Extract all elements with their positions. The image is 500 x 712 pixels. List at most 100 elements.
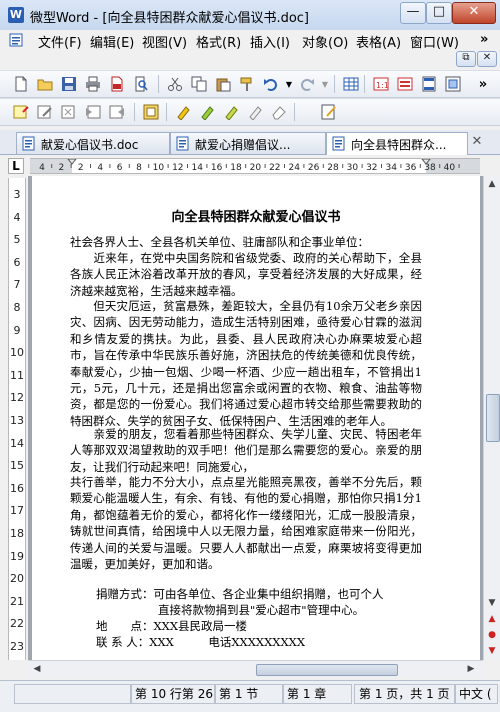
doc-restore-button[interactable]: ⧉ [456,51,476,67]
menu-overflow-button[interactable]: » [480,32,488,47]
save-icon[interactable] [60,75,78,93]
ruler-label: 14 [191,163,203,173]
browse-object-icon[interactable]: ● [485,628,499,642]
document-page[interactable]: 向全县特困群众献爱心倡议书 社会各界人士、全县各机关单位、驻庸部队和企事业单位：… [32,176,480,660]
donation-line-2: 直接将款物捐到县"爱心超市"管理中心。 [158,603,365,617]
menu-view[interactable]: 视图(V) [142,32,187,51]
document-menu-icon[interactable] [8,33,28,47]
next-page-icon[interactable]: ▼ [485,644,499,658]
delete-note-icon[interactable] [60,103,78,121]
status-pages: 第 1 页，共 1 页 [354,684,456,704]
ruler-label: 8 [136,163,142,173]
prev-note-icon[interactable] [84,103,102,121]
tab-label: 献爱心倡议书.doc [41,138,139,152]
close-button[interactable]: ✕ [452,2,496,24]
vruler-label: 5 [13,233,21,247]
word-doc-icon [176,136,189,151]
horizontal-scrollbar[interactable]: ◀ ▶ [28,660,483,678]
toolbar-separator [334,75,335,93]
vruler-label: 20 [10,572,24,586]
new-note-icon[interactable] [12,103,30,121]
scroll-left-icon[interactable]: ◀ [30,662,44,676]
redo-dropdown-icon[interactable]: ▼ [320,75,330,93]
title-bar[interactable]: W 微型Word - [向全县特困群众献爱心倡议书.doc] — □ ✕ [0,0,500,31]
table-icon[interactable] [342,75,360,93]
donation-line-1: 可由各单位、各企业集中组织捐赠，也可个人 [153,587,384,601]
scroll-thumb[interactable] [486,394,500,442]
mdi-controls: ⧉ ✕ [0,50,500,68]
print-icon[interactable] [84,75,102,93]
page-setup-icon[interactable]: 1:1 [372,75,390,93]
menu-edit[interactable]: 编辑(E) [90,32,134,51]
highlight-green-icon[interactable] [198,103,216,121]
zoom-icon[interactable] [444,75,462,93]
document-tabs: 献爱心倡议书.doc 献爱心捐赠倡议... 向全县特困群众... ✕ [0,130,500,155]
undo-dropdown-icon[interactable]: ▼ [284,75,294,93]
ruler-label: 24 [288,163,300,173]
tab-document-1[interactable]: 献爱心倡议书.doc [16,132,170,154]
toolbar-overflow-icon[interactable]: » [474,75,492,93]
hscroll-thumb[interactable] [256,664,398,676]
menu-table[interactable]: 表格(A) [356,32,401,51]
ruler-label: 26 [308,163,320,173]
scroll-down-icon[interactable]: ▼ [485,596,499,610]
minimize-button[interactable]: — [400,2,426,24]
clear-highlight-icon[interactable] [246,103,264,121]
menu-file[interactable]: 文件(F) [38,32,82,51]
next-note-icon[interactable] [108,103,126,121]
donation-method: 捐赠方式：可由各单位、各企业集中组织捐赠，也可个人 [96,586,426,602]
document-title: 向全县特困群众献爱心倡议书 [171,210,341,225]
horizontal-ruler[interactable]: 4 2 2 4 6 8 10 12 14 16 18 20 22 24 26 28 30 32 34 36 38 40 [30,158,480,174]
menu-object[interactable]: 对象(O) [302,32,348,51]
menu-format[interactable]: 格式(R) [196,32,241,51]
page-number-icon[interactable] [396,75,414,93]
vertical-scrollbar[interactable]: ▲ ▼ ▲ ● ▼ [483,176,500,660]
redo-icon[interactable] [298,75,316,93]
undo-icon[interactable] [262,75,280,93]
toolbar-separator [166,103,167,121]
ruler-label: 6 [117,163,123,173]
ruler-label: 16 [211,163,223,173]
header-footer-icon[interactable] [420,75,438,93]
erase-icon[interactable] [270,103,288,121]
review-toolbar [0,98,500,126]
document-area: 向全县特困群众献爱心倡议书 社会各界人士、全县各机关单位、驻庸部队和企事业单位：… [28,176,483,660]
maximize-button[interactable]: □ [426,2,452,24]
highlight-yellow-icon[interactable] [174,103,192,121]
track-changes-icon[interactable] [320,103,338,121]
ruler-label: 4 [97,163,103,173]
paste-icon[interactable] [214,75,232,93]
open-icon[interactable] [36,75,54,93]
menu-insert[interactable]: 插入(I) [250,32,290,51]
close-tab-icon[interactable]: ✕ [470,135,484,149]
document-map-icon[interactable] [142,103,160,121]
prev-page-icon[interactable]: ▲ [485,612,499,626]
paragraph-4: 共行善举，能力不分大小，点点星光能照亮黑夜，善举不分先后，颗颗爱心能温暖人生，有… [70,475,422,572]
copy-icon[interactable] [190,75,208,93]
print-preview-icon[interactable] [132,75,150,93]
word-app-icon[interactable]: W [8,7,24,23]
tab-stop-selector[interactable]: L [8,158,24,174]
paragraph-2: 但天灾厄运，贫富悬殊，差距较大，全县仍有10余万父老乡亲因灾、因病、因无劳动能力… [70,299,422,428]
highlight-blue-icon[interactable] [222,103,240,121]
vruler-label: 7 [13,278,21,292]
new-doc-icon[interactable] [12,75,30,93]
paragraph-1: 近来年，在党中央国务院和省级党委、政府的关心帮助下，全县各族人民正沐浴着改革开放… [70,251,422,298]
scroll-up-icon[interactable]: ▲ [485,177,499,191]
cut-icon[interactable] [166,75,184,93]
menu-window[interactable]: 窗口(W) [410,32,459,51]
vertical-ruler[interactable]: 3 4 5 6 7 8 9 10 11 12 13 14 15 16 17 18 19 20 21 22 23 [8,178,26,660]
format-painter-icon[interactable] [238,75,256,93]
status-language: 中文 ( [454,684,498,704]
vruler-label: 6 [13,255,21,269]
tab-document-3[interactable]: 向全县特困群众... [326,132,468,155]
tab-document-2[interactable]: 献爱心捐赠倡议... [170,132,326,154]
word-doc-icon [22,136,35,151]
doc-close-button[interactable]: ✕ [477,51,497,67]
ruler-label: 32 [366,163,377,173]
scroll-right-icon[interactable]: ▶ [464,662,478,676]
pdf-icon[interactable] [108,75,126,93]
ruler-label: 2 [59,163,65,173]
edit-note-icon[interactable] [36,103,54,121]
vruler-label: 10 [10,346,24,360]
